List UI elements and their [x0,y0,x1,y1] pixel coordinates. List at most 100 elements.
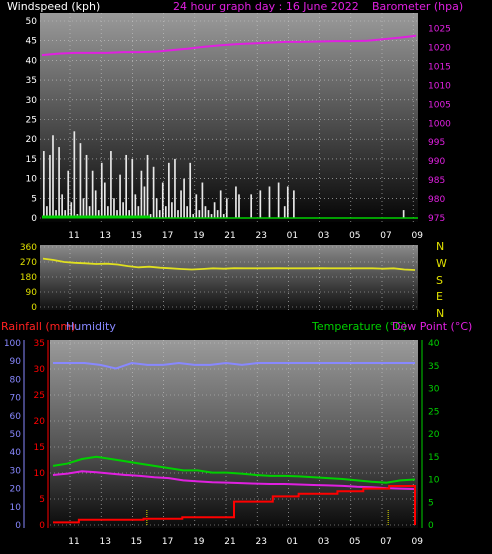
y-rainfall-tick-label: 25 [34,391,45,401]
barometer-title: Barometer (hpa) [372,0,464,13]
windspeed-bar [250,194,253,218]
x-tick-label: 03 [318,537,329,547]
windspeed-bar [402,210,405,218]
y-rainfall-tick-label: 0 [39,521,45,531]
x-tick-label: 15 [131,231,142,241]
windspeed-bar [155,198,158,218]
windspeed-bar [146,154,149,218]
y-rainfall-tick-label: 5 [39,495,45,505]
x-tick-label: 07 [380,231,391,241]
windspeed-bar [134,194,137,218]
windspeed-bar [143,186,146,218]
windspeed-bar [82,198,85,218]
y-left-tick-label: 50 [26,17,38,27]
windspeed-bar [168,162,170,218]
x-tick-label: 09 [411,537,423,547]
x-tick-label: 21 [224,231,235,241]
rainfall-title: Rainfall (mm) [1,320,76,333]
windspeed-bar [171,202,173,218]
windspeed-bar [174,158,176,218]
windspeed-bar [158,210,161,218]
y-humidity-tick-label: 60 [10,412,22,422]
windspeed-bar [195,194,198,218]
windspeed-bar [283,206,286,218]
compass-label: N [436,307,445,321]
compass-label: S [436,273,443,287]
y-left-tick-label: 45 [26,37,37,47]
windspeed-bar [183,178,185,218]
windspeed-bar [131,158,134,218]
y-humidity-tick-label: 80 [10,375,22,385]
x-tick-label: 21 [224,537,235,547]
y-right-tick-label: 1015 [428,62,451,72]
y-left-tick-label: 10 [26,175,38,185]
y-left-tick-label: 40 [26,56,38,66]
y-rainfall-tick-label: 10 [34,469,46,479]
y-temperature-tick-label: 30 [428,385,440,395]
x-tick-label: 15 [131,537,142,547]
y-rainfall-tick-label: 30 [34,365,46,375]
windspeed-bar [177,210,179,218]
y-temperature-tick-label: 35 [428,362,439,372]
windspeed-bar [204,206,207,218]
y-left-tick-label: 35 [26,76,37,86]
y-temperature-tick-label: 0 [428,521,434,531]
dewpoint-title: Dew Point (°C) [392,320,473,333]
compass-label: W [436,256,447,270]
y-left-tick-label: 30 [26,96,38,106]
windspeed-bar [189,162,192,218]
windspeed-bar [238,194,240,218]
x-tick-label: 19 [193,537,205,547]
y-temperature-tick-label: 15 [428,453,439,463]
y-humidity-tick-label: 0 [15,521,21,531]
windspeed-bar [49,154,51,218]
windspeed-title: Windspeed (kph) [7,0,101,13]
x-tick-label: 11 [68,537,79,547]
y-rainfall-tick-label: 35 [34,339,45,349]
y-right-tick-label: 995 [428,138,445,148]
middle-panel-background [40,245,418,310]
windspeed-bar [268,186,271,218]
windspeed-bar [186,206,188,218]
y-direction-tick-label: 0 [31,303,37,313]
x-tick-label: 07 [380,537,391,547]
y-right-tick-label: 985 [428,176,445,186]
windspeed-bar [67,170,70,218]
graph-date-title: 24 hour graph day : 16 June 2022 [173,0,359,13]
windspeed-bar [235,186,237,218]
y-rainfall-tick-label: 20 [34,417,46,427]
windspeed-bar [180,190,182,218]
y-humidity-tick-label: 30 [10,466,22,476]
y-direction-tick-label: 180 [20,273,37,283]
windspeed-bar [73,131,76,218]
y-temperature-tick-label: 10 [428,476,440,486]
y-humidity-tick-label: 100 [4,339,21,349]
windspeed-bar [85,154,88,218]
bottom-panel-background [50,340,418,528]
x-tick-label: 23 [255,537,266,547]
windspeed-bar [43,151,45,218]
windspeed-bar [119,174,121,218]
compass-label: E [436,290,443,304]
x-tick-label: 01 [287,231,298,241]
y-left-tick-label: 0 [31,214,37,224]
windspeed-bar [100,162,103,218]
windspeed-bar [58,147,60,218]
windspeed-bar [94,190,97,218]
humidity-title: Humidity [66,320,116,333]
y-direction-tick-label: 90 [26,288,38,298]
y-temperature-tick-label: 20 [428,430,440,440]
y-left-tick-label: 25 [26,116,37,126]
x-tick-label: 05 [349,231,360,241]
y-temperature-tick-label: 5 [428,498,434,508]
x-tick-label: 01 [287,537,298,547]
y-right-tick-label: 1005 [428,100,451,110]
x-tick-label: 05 [349,537,360,547]
x-tick-label: 19 [193,231,205,241]
windspeed-bar [52,135,54,218]
windspeed-bar [161,182,164,218]
y-right-tick-label: 990 [428,157,445,167]
windspeed-bar [216,210,219,218]
y-left-tick-label: 15 [26,155,37,165]
x-tick-label: 23 [255,231,266,241]
